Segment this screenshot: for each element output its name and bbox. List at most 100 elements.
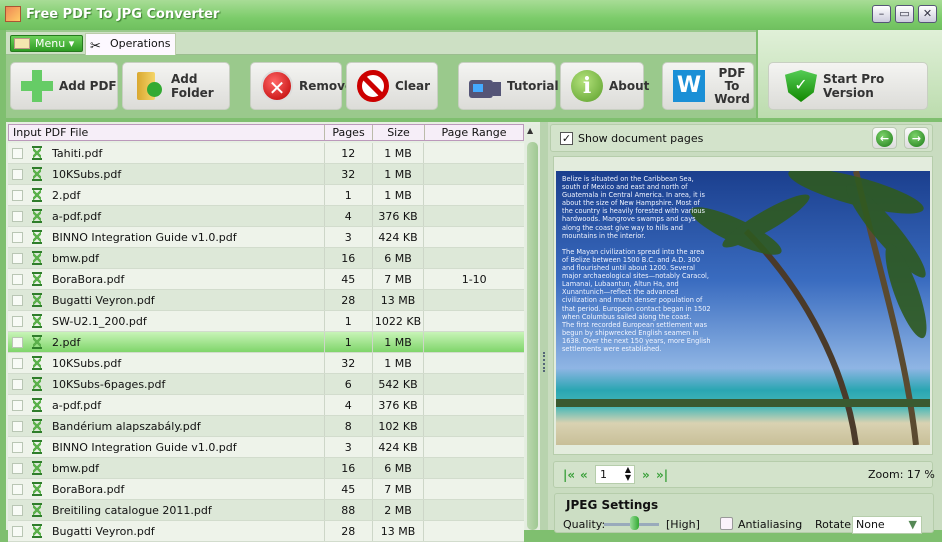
first-page-button[interactable]: |« [563, 468, 575, 482]
show-pages-checkbox[interactable]: ✓ [560, 132, 573, 145]
file-page-range[interactable] [424, 332, 524, 352]
column-header-pages[interactable]: Pages [325, 125, 373, 140]
about-button[interactable]: i About [560, 62, 649, 110]
table-row[interactable]: 2.pdf 1 1 MB [8, 332, 524, 353]
file-page-range[interactable] [424, 416, 524, 436]
jpeg-settings-title: JPEG Settings [564, 498, 661, 512]
menu-button[interactable]: Menu ▾ [10, 35, 83, 52]
table-row[interactable]: a-pdf.pdf 4 376 KB [8, 395, 524, 416]
file-page-range[interactable] [424, 206, 524, 226]
file-page-range[interactable] [424, 227, 524, 247]
row-checkbox[interactable] [12, 168, 23, 180]
table-row[interactable]: Tahiti.pdf 12 1 MB [8, 143, 524, 164]
table-row[interactable]: Bandérium alapszabály.pdf 8 102 KB [8, 416, 524, 437]
row-checkbox[interactable] [12, 147, 23, 159]
close-button[interactable]: ✕ [918, 5, 937, 23]
file-page-range[interactable] [424, 500, 524, 520]
next-document-button[interactable]: → [904, 127, 929, 149]
last-page-button[interactable]: »| [656, 468, 668, 482]
file-page-range[interactable]: 1-10 [424, 269, 524, 289]
hourglass-icon [32, 230, 42, 244]
table-row[interactable]: Bugatti Veyron.pdf 28 13 MB [8, 521, 524, 542]
maximize-button[interactable]: ▭ [895, 5, 914, 23]
row-checkbox[interactable] [12, 294, 23, 306]
column-header-size[interactable]: Size [373, 125, 425, 140]
file-page-range[interactable] [424, 521, 524, 541]
menu-icon [14, 38, 30, 49]
file-page-range[interactable] [424, 164, 524, 184]
row-checkbox[interactable] [12, 273, 23, 285]
row-checkbox[interactable] [12, 399, 23, 411]
file-page-range[interactable] [424, 395, 524, 415]
tab-operations[interactable]: ✂ Operations [85, 33, 176, 55]
file-page-range[interactable] [424, 143, 524, 163]
table-row[interactable]: BINNO Integration Guide v1.0.pdf 3 424 K… [8, 227, 524, 248]
column-header-page-range[interactable]: Page Range [425, 125, 523, 140]
scroll-up-arrow-icon[interactable]: ▲ [527, 126, 533, 135]
prev-document-button[interactable]: ← [872, 127, 897, 149]
row-checkbox[interactable] [12, 231, 23, 243]
antialiasing-checkbox[interactable] [720, 517, 733, 530]
row-checkbox[interactable] [12, 525, 23, 537]
row-checkbox[interactable] [12, 210, 23, 222]
row-checkbox[interactable] [12, 189, 23, 201]
row-checkbox[interactable] [12, 420, 23, 432]
table-row[interactable]: 10KSubs.pdf 32 1 MB [8, 164, 524, 185]
row-checkbox[interactable] [12, 483, 23, 495]
clear-button[interactable]: Clear [346, 62, 438, 110]
table-row[interactable]: bmw.pdf 16 6 MB [8, 248, 524, 269]
row-checkbox[interactable] [12, 462, 23, 474]
quality-slider-thumb[interactable] [630, 516, 639, 530]
table-row[interactable]: Bugatti Veyron.pdf 28 13 MB [8, 290, 524, 311]
file-page-range[interactable] [424, 479, 524, 499]
row-checkbox[interactable] [12, 441, 23, 453]
start-pro-button[interactable]: ✓ Start Pro Version [768, 62, 928, 110]
table-row[interactable]: BoraBora.pdf 45 7 MB [8, 479, 524, 500]
minimize-button[interactable]: – [872, 5, 891, 23]
panel-splitter[interactable] [540, 122, 548, 530]
row-checkbox[interactable] [12, 504, 23, 516]
row-checkbox[interactable] [12, 336, 23, 348]
table-row[interactable]: bmw.pdf 16 6 MB [8, 458, 524, 479]
file-page-range[interactable] [424, 458, 524, 478]
file-pages: 16 [325, 248, 373, 268]
file-page-range[interactable] [424, 353, 524, 373]
file-page-range[interactable] [424, 248, 524, 268]
row-checkbox[interactable] [12, 378, 23, 390]
remove-button[interactable]: ✕ Remove [250, 62, 353, 110]
next-page-button[interactable]: » [642, 468, 650, 482]
row-checkbox[interactable] [12, 315, 23, 327]
file-pages: 28 [325, 521, 373, 541]
file-size: 542 KB [373, 374, 425, 394]
file-page-range[interactable] [424, 437, 524, 457]
page-number-input[interactable]: 1 ▲ ▼ [595, 465, 635, 484]
table-row[interactable]: SW-U2.1_200.pdf 1 1022 KB [8, 311, 524, 332]
page-number-value: 1 [600, 468, 607, 481]
quality-value: [High] [666, 518, 700, 531]
table-row[interactable]: 10KSubs-6pages.pdf 6 542 KB [8, 374, 524, 395]
prev-page-button[interactable]: « [580, 468, 588, 482]
pdf-to-word-button[interactable]: W PDF To Word [662, 62, 754, 110]
table-row[interactable]: BoraBora.pdf 45 7 MB 1-10 [8, 269, 524, 290]
file-page-range[interactable] [424, 374, 524, 394]
tutorial-button[interactable]: Tutorial [458, 62, 559, 110]
spinner-icon[interactable]: ▲ ▼ [625, 466, 631, 482]
hourglass-icon [32, 482, 42, 496]
table-row[interactable]: 10KSubs.pdf 32 1 MB [8, 353, 524, 374]
table-row[interactable]: 2.pdf 1 1 MB [8, 185, 524, 206]
row-checkbox[interactable] [12, 252, 23, 264]
table-row[interactable]: Breitiling catalogue 2011.pdf 88 2 MB [8, 500, 524, 521]
file-page-range[interactable] [424, 290, 524, 310]
file-size: 1 MB [373, 353, 425, 373]
file-name: 10KSubs.pdf [42, 164, 325, 184]
file-page-range[interactable] [424, 311, 524, 331]
add-pdf-button[interactable]: Add PDF [10, 62, 118, 110]
table-row[interactable]: BINNO Integration Guide v1.0.pdf 3 424 K… [8, 437, 524, 458]
rotate-select[interactable]: None ▼ [852, 516, 922, 534]
scrollbar-thumb[interactable] [527, 142, 538, 530]
table-row[interactable]: a-pdf.pdf 4 376 KB [8, 206, 524, 227]
column-header-file[interactable]: Input PDF File [9, 125, 325, 140]
add-folder-button[interactable]: Add Folder [122, 62, 230, 110]
file-page-range[interactable] [424, 185, 524, 205]
row-checkbox[interactable] [12, 357, 23, 369]
